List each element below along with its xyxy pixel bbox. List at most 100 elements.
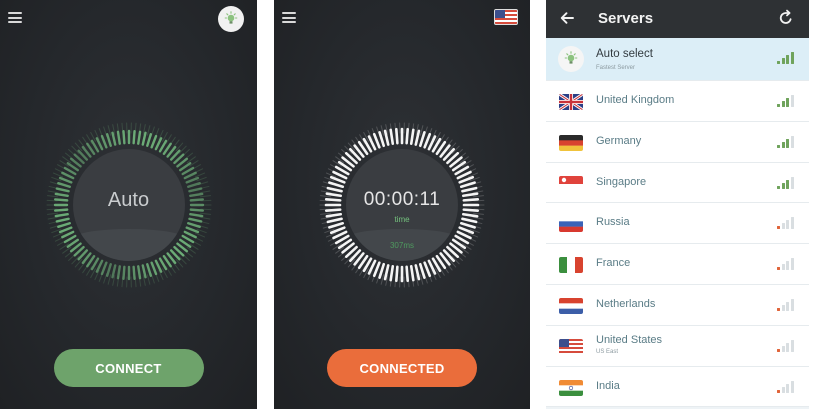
signal-bar [781,58,785,64]
signal-bar [786,98,789,107]
signal-strength-icon [777,339,795,352]
timer-label: time [394,215,410,224]
us-flag-icon [495,10,517,24]
signal-bar [790,298,794,311]
signal-bar [781,182,785,189]
fr-flag-icon [559,257,583,274]
signal-bar [790,176,794,189]
connect-button[interactable]: CONNECT [53,349,204,387]
signal-bar [790,217,794,230]
bulb-icon [224,11,238,24]
back-arrow-icon[interactable] [558,9,576,27]
signal-strength-icon [777,135,795,148]
signal-strength-icon [777,52,795,64]
server-name: Germany [596,134,642,147]
server-row[interactable]: United Kingdom [546,81,809,122]
server-subtitle: US East [596,348,619,355]
us-flag-icon [559,338,583,355]
signal-strength-icon [777,258,795,271]
refresh-icon[interactable] [777,9,795,27]
nl-flag-icon [559,297,583,314]
signal-bar [777,348,780,352]
signal-bar [790,95,794,107]
server-row[interactable]: United States US East [546,325,809,367]
ping-value: 307ms [389,241,414,250]
server-label: Auto [107,189,150,211]
signal-bar [790,380,794,393]
signal-strength-icon [777,95,795,107]
signal-bar [777,389,780,393]
signal-strength-icon [777,380,795,393]
servers-screen: Servers Auto select Fastest Server United … [546,0,809,409]
signal-bar [777,226,780,230]
server-name: United Kingdom [596,94,675,106]
connection-dial: 00:00:11 time 307ms [317,120,487,290]
signal-bar [781,386,785,393]
page-title: Servers [598,10,654,27]
signal-bar [786,383,789,393]
dial-floor [72,229,185,261]
server-row[interactable]: India [546,366,809,408]
connection-timer: 00:00:11 [363,189,441,210]
server-name: Singapore [596,175,647,188]
signal-bar [781,304,785,311]
signal-bar [777,267,780,271]
server-name: United States [596,333,663,346]
server-list: Auto select Fastest Server United Kingdom G… [546,38,809,408]
server-select-button[interactable] [218,6,244,32]
signal-bar [790,258,794,271]
sg-flag-icon [559,175,583,192]
connected-screen: 00:00:11 time 307ms CONNECTED [274,0,530,409]
signal-bar [790,52,794,64]
signal-bar [786,261,789,271]
signal-bar [777,61,780,64]
signal-bar [786,55,789,64]
server-row[interactable]: Russia [546,203,809,245]
ru-flag-icon [559,216,583,233]
server-row-auto-select[interactable]: Auto select Fastest Server [546,38,809,81]
signal-strength-icon [777,217,795,230]
signal-bar [777,307,780,311]
servers-header: Servers [546,0,809,38]
signal-strength-icon [777,176,795,189]
de-flag-icon [559,134,583,151]
connection-dial: Auto [44,120,214,290]
current-server-flag[interactable] [494,9,518,25]
server-name: Auto select [596,48,653,60]
server-row[interactable]: Germany [546,121,809,163]
signal-bar [790,135,794,148]
connected-button[interactable]: CONNECTED [327,349,477,387]
signal-bar [781,223,785,230]
signal-bar [777,104,780,107]
signal-bar [777,185,780,189]
menu-icon[interactable] [8,12,22,23]
home-screen: Auto CONNECT [0,0,257,409]
uk-flag-icon [559,94,583,110]
server-name: India [596,379,620,392]
server-row[interactable]: France [546,244,809,285]
signal-bar [786,342,789,352]
signal-bar [781,264,785,271]
server-name: Netherlands [596,297,656,310]
signal-strength-icon [777,298,795,311]
signal-bar [781,101,785,107]
signal-bar [786,220,789,230]
server-name: France [596,257,631,270]
server-name: Russia [596,216,630,229]
signal-bar [777,144,780,148]
signal-bar [781,345,785,352]
server-row[interactable]: Singapore [546,162,809,204]
bulb-icon [558,46,584,72]
signal-bar [786,138,789,148]
server-subtitle: Fastest Server [596,65,636,71]
screenshot-collage: Auto CONNECT 00:00:11 time 307ms CONNECT… [0,0,813,409]
server-row[interactable]: Netherlands [546,284,809,326]
dial-center: Auto [72,149,185,261]
menu-icon[interactable] [282,12,296,23]
signal-bar [790,339,794,352]
signal-bar [786,179,789,189]
signal-bar [781,141,785,148]
in-flag-icon [559,379,583,396]
signal-bar [786,301,789,311]
dial-center: 00:00:11 time 307ms [346,149,458,261]
